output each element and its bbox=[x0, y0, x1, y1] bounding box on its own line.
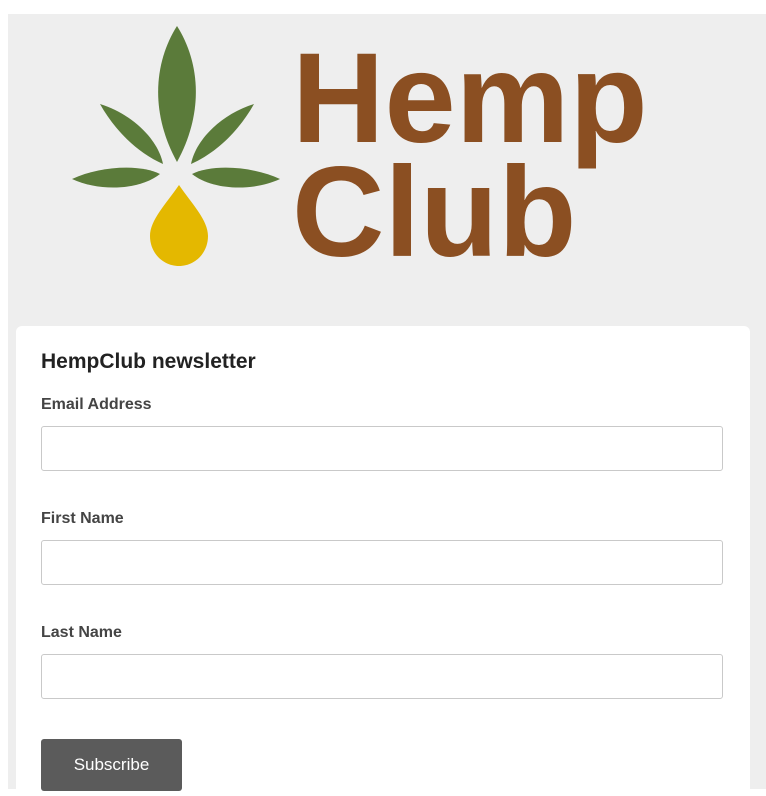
last-name-label: Last Name bbox=[41, 624, 122, 641]
page-background: Hemp Club HempClub newsletter Email Addr… bbox=[8, 14, 766, 796]
last-name-field[interactable] bbox=[41, 654, 723, 699]
oil-drop-icon bbox=[150, 185, 208, 266]
first-name-label: First Name bbox=[41, 510, 124, 527]
newsletter-form-card: HempClub newsletter Email Address First … bbox=[16, 326, 750, 796]
subscribe-button[interactable]: Subscribe bbox=[41, 739, 182, 791]
logo-word-club: Club bbox=[292, 141, 576, 284]
email-field[interactable] bbox=[41, 426, 723, 471]
hemp-club-logo: Hemp Club bbox=[72, 26, 648, 284]
first-name-field[interactable] bbox=[41, 540, 723, 585]
hemp-leaf-icon bbox=[72, 26, 280, 188]
email-label: Email Address bbox=[41, 396, 152, 413]
form-title: HempClub newsletter bbox=[41, 350, 256, 373]
